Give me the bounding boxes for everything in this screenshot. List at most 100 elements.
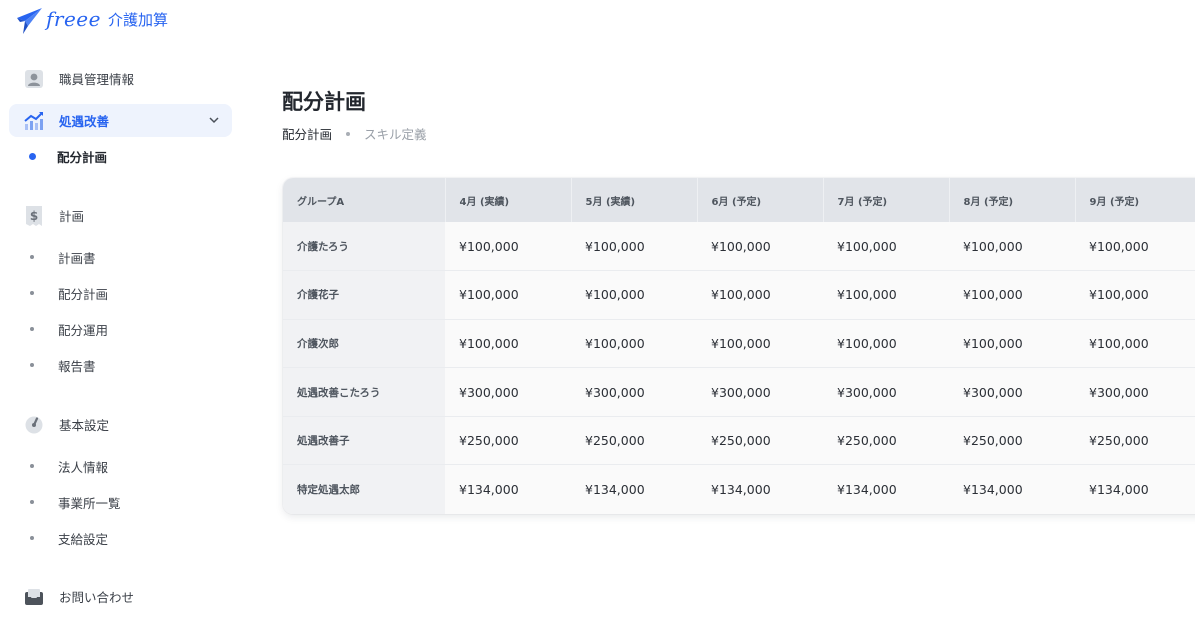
table-row: 介護花子 ¥100,000 ¥100,000 ¥100,000 ¥100,000… (283, 270, 1195, 320)
amount-cell: ¥134,000 (445, 464, 571, 514)
sidebar-subitem-payment-settings[interactable]: 支給設定 (30, 528, 108, 548)
amount-cell: ¥100,000 (697, 270, 823, 320)
allocation-table-card: グループA 4月 (実績) 5月 (実績) 6月 (予定) 7月 (予定) 8月… (283, 178, 1195, 514)
sidebar-subitem-report[interactable]: 報告書 (30, 355, 96, 375)
sidebar-item-treatment-label: 処遇改善 (59, 114, 110, 129)
sidebar-subitem-allocation-operation[interactable]: 配分運用 (30, 319, 108, 339)
sidebar-subitem-office-list[interactable]: 事業所一覧 (30, 492, 121, 512)
receipt-dollar-icon: $ (24, 205, 44, 226)
amount-cell: ¥300,000 (949, 367, 1075, 417)
logo[interactable]: freee 介護加算 (14, 1, 168, 37)
sidebar-subitem-plan-document[interactable]: 計画書 (30, 247, 96, 267)
amount-cell: ¥100,000 (949, 318, 1075, 368)
amount-cell: ¥134,000 (1075, 464, 1195, 514)
amount-cell: ¥250,000 (1075, 415, 1195, 465)
amount-cell: ¥250,000 (571, 415, 697, 465)
sidebar-subitem-label: 配分計画 (57, 149, 108, 165)
bullet (30, 500, 34, 504)
logo-wordmark: freee (46, 7, 101, 31)
sidebar-item-staff[interactable]: 職員管理情報 (9, 62, 232, 95)
amount-cell: ¥300,000 (1075, 367, 1195, 417)
chart-up-icon (24, 111, 44, 131)
amount-cell: ¥100,000 (823, 222, 949, 271)
sidebar-subitem-label: 事業所一覧 (58, 495, 121, 511)
sidebar-subitem-label: 計画書 (58, 250, 96, 266)
sidebar-item-plan-label: 計画 (59, 209, 85, 224)
table-row: 処遇改善子 ¥250,000 ¥250,000 ¥250,000 ¥250,00… (283, 415, 1195, 465)
sidebar-item-treatment[interactable]: 処遇改善 (9, 104, 232, 137)
amount-cell: ¥100,000 (823, 318, 949, 368)
sidebar-item-plan[interactable]: $ 計画 (9, 199, 232, 232)
app-root: freee 介護加算 職員管理情報 処遇改善 配分計画 $ 計画 計画書 配分計… (0, 0, 1195, 620)
tab-separator (346, 131, 351, 136)
sidebar-subitem-corporate-info[interactable]: 法人情報 (30, 456, 108, 476)
staff-name-cell: 特定処遇太郎 (283, 464, 445, 514)
sidebar-item-contact[interactable]: お問い合わせ (9, 580, 232, 613)
gauge-icon (24, 415, 44, 435)
active-bullet (29, 152, 36, 160)
sidebar-item-settings-label: 基本設定 (59, 418, 110, 433)
amount-cell: ¥300,000 (571, 367, 697, 417)
table-row: 処遇改善こたろう ¥300,000 ¥300,000 ¥300,000 ¥300… (283, 367, 1195, 417)
amount-cell: ¥100,000 (1075, 318, 1195, 368)
table-row: 特定処遇太郎 ¥134,000 ¥134,000 ¥134,000 ¥134,0… (283, 464, 1195, 514)
sidebar-subitem-label: 支給設定 (58, 531, 109, 547)
page-title: 配分計画 (282, 90, 366, 114)
chevron-down-icon[interactable] (208, 114, 220, 126)
amount-cell: ¥100,000 (571, 270, 697, 320)
amount-cell: ¥100,000 (445, 318, 571, 368)
staff-name-cell: 介護次郎 (283, 318, 445, 368)
amount-cell: ¥134,000 (697, 464, 823, 514)
bullet (30, 363, 34, 367)
amount-cell: ¥250,000 (823, 415, 949, 465)
sidebar-subitem-label: 報告書 (58, 358, 96, 374)
sidebar-subitem-label: 配分計画 (58, 286, 109, 302)
amount-cell: ¥134,000 (949, 464, 1075, 514)
column-header: 9月 (予定) (1075, 178, 1195, 222)
tab-bar: 配分計画 スキル定義 (282, 124, 427, 143)
svg-text:$: $ (30, 209, 38, 223)
bullet (30, 464, 34, 468)
bullet (30, 255, 34, 259)
tab-skill-definition[interactable]: スキル定義 (364, 124, 427, 143)
amount-cell: ¥100,000 (571, 318, 697, 368)
amount-cell: ¥100,000 (445, 270, 571, 320)
column-header: 8月 (予定) (949, 178, 1076, 222)
amount-cell: ¥100,000 (445, 222, 571, 271)
sidebar-item-staff-label: 職員管理情報 (59, 72, 135, 87)
logo-product-name: 介護加算 (107, 10, 168, 29)
amount-cell: ¥134,000 (823, 464, 949, 514)
amount-cell: ¥100,000 (1075, 270, 1195, 320)
amount-cell: ¥134,000 (571, 464, 697, 514)
amount-cell: ¥300,000 (445, 367, 571, 417)
sidebar-item-contact-label: お問い合わせ (59, 590, 135, 605)
table-row: 介護次郎 ¥100,000 ¥100,000 ¥100,000 ¥100,000… (283, 318, 1195, 368)
table-header-row: グループA 4月 (実績) 5月 (実績) 6月 (予定) 7月 (予定) 8月… (283, 178, 1195, 222)
amount-cell: ¥250,000 (949, 415, 1075, 465)
staff-name-cell: 処遇改善こたろう (283, 367, 445, 417)
allocation-table: グループA 4月 (実績) 5月 (実績) 6月 (予定) 7月 (予定) 8月… (283, 178, 1195, 514)
amount-cell: ¥100,000 (949, 270, 1075, 320)
sidebar-item-settings[interactable]: 基本設定 (9, 408, 232, 441)
amount-cell: ¥250,000 (445, 415, 571, 465)
sidebar-subitem-label: 配分運用 (58, 322, 109, 338)
bullet (30, 327, 34, 331)
staff-name-cell: 介護たろう (283, 222, 445, 271)
group-header: グループA (283, 178, 446, 222)
sidebar-subitem-allocation-plan[interactable]: 配分計画 (30, 283, 108, 303)
staff-name-cell: 介護花子 (283, 270, 445, 320)
staff-name-cell: 処遇改善子 (283, 415, 445, 465)
sidebar: freee 介護加算 職員管理情報 処遇改善 配分計画 $ 計画 計画書 配分計… (0, 0, 245, 620)
amount-cell: ¥300,000 (823, 367, 949, 417)
sidebar-subitem-allocation-plan-current[interactable]: 配分計画 (29, 146, 108, 166)
bullet (30, 536, 34, 540)
column-header: 7月 (予定) (823, 178, 950, 222)
bullet (30, 291, 34, 295)
amount-cell: ¥250,000 (697, 415, 823, 465)
amount-cell: ¥300,000 (697, 367, 823, 417)
sidebar-subitem-label: 法人情報 (58, 459, 109, 475)
amount-cell: ¥100,000 (697, 318, 823, 368)
tab-allocation-plan[interactable]: 配分計画 (282, 124, 332, 143)
amount-cell: ¥100,000 (949, 222, 1075, 271)
amount-cell: ¥100,000 (823, 270, 949, 320)
